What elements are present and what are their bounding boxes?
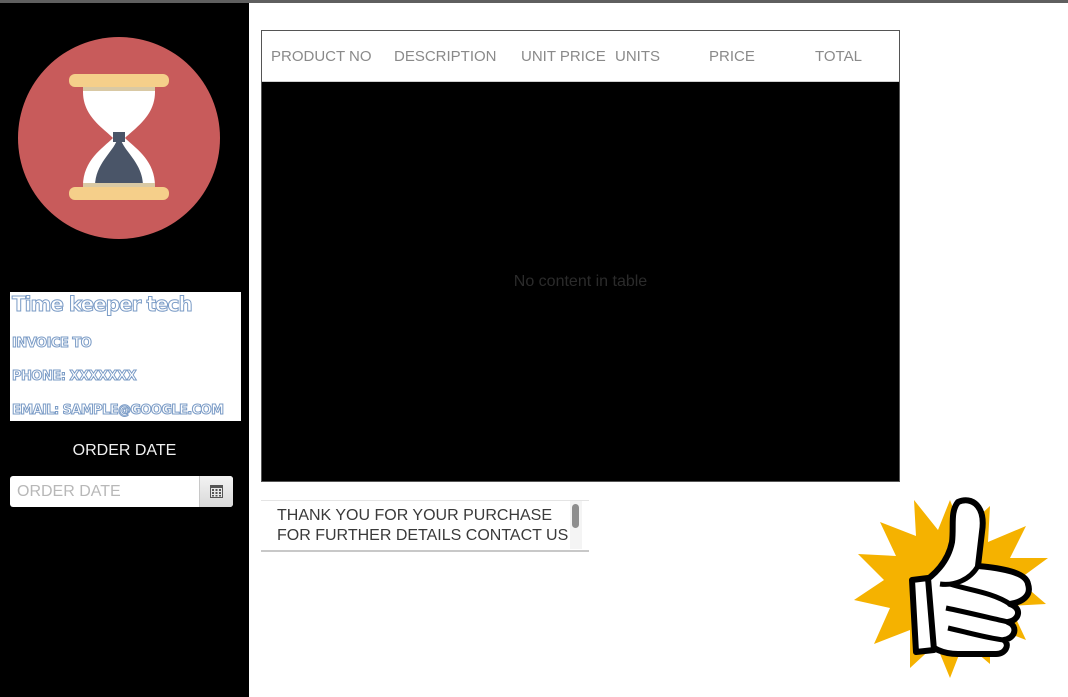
sidebar: Time keeper tech INVOICE TO PHONE: XXXXX… [0,3,249,697]
order-date-label: ORDER DATE [72,442,177,459]
order-date-input[interactable] [10,476,199,507]
column-header-description[interactable]: DESCRIPTION [394,48,497,65]
column-header-total[interactable]: TOTAL [815,48,862,65]
column-header-product-no[interactable]: PRODUCT NO [271,48,372,65]
invoice-table: PRODUCT NO DESCRIPTION UNIT PRICE UNITS … [261,30,900,482]
thank-you-message-area[interactable]: THANK YOU FOR YOUR PURCHASE FOR FURTHER … [261,500,589,552]
table-empty-message: No content in table [513,273,648,290]
message-scrollbar[interactable] [570,501,582,549]
column-header-units[interactable]: UNITS [615,48,660,65]
invoice-to-label: INVOICE TO [11,336,92,352]
company-info-box: Time keeper tech INVOICE TO PHONE: XXXXX… [10,292,241,421]
calendar-icon [210,485,223,498]
phone-label: PHONE: XXXXXXX [11,369,137,385]
column-header-unit-price[interactable]: UNIT PRICE [521,48,606,65]
email-label: EMAIL: SAMPLE@GOOGLE.COM [11,403,224,419]
calendar-button[interactable] [199,476,233,507]
message-line-1: THANK YOU FOR YOUR PURCHASE [277,507,553,524]
thumbs-up-icon [854,497,1048,678]
column-header-price[interactable]: PRICE [709,48,755,65]
table-header: PRODUCT NO DESCRIPTION UNIT PRICE UNITS … [262,31,899,82]
hourglass-icon [18,37,220,239]
order-date-picker [10,476,233,507]
scrollbar-thumb[interactable] [572,504,579,528]
message-line-2: FOR FURTHER DETAILS CONTACT US [277,527,569,544]
company-name: Time keeper tech [12,292,194,317]
